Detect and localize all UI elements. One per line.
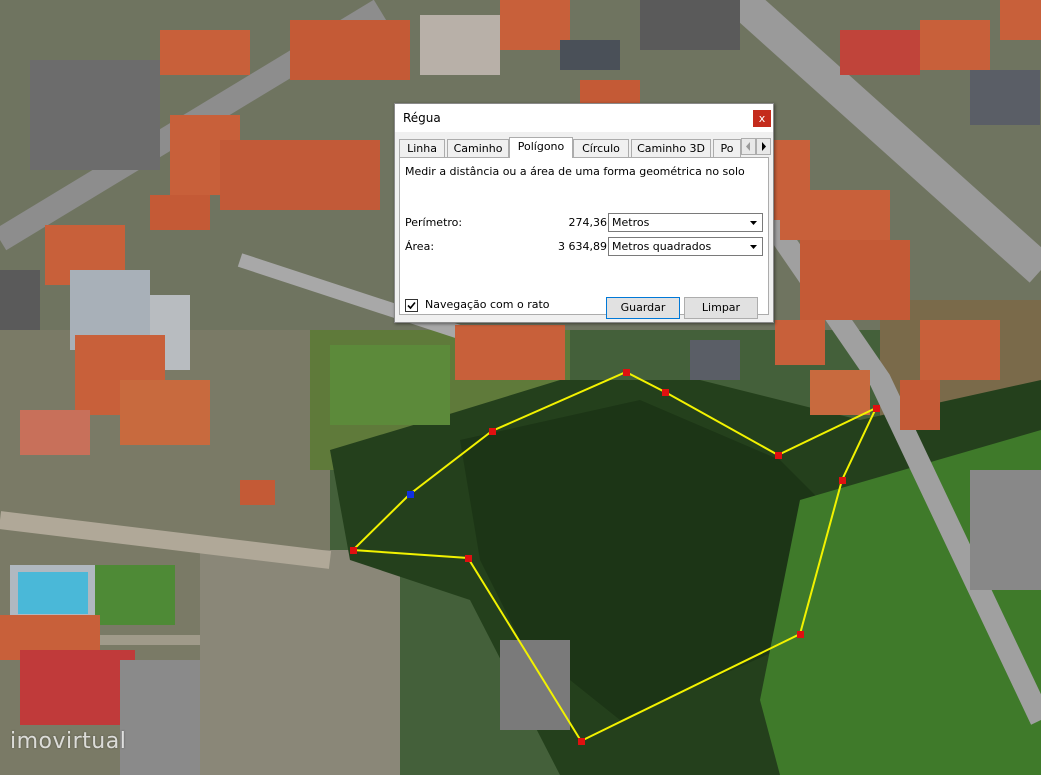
arrow-left-icon <box>746 142 750 151</box>
save-button[interactable]: Guardar <box>606 297 680 319</box>
area-label: Área: <box>405 240 435 253</box>
mouse-navigation-checkbox[interactable] <box>405 299 418 312</box>
green-field <box>330 345 450 425</box>
dialog-title: Régua <box>403 111 441 125</box>
perimeter-value: 274,36 <box>568 216 608 229</box>
dialog-titlebar[interactable]: Régua x <box>395 104 773 132</box>
tab-scroll-right-button[interactable] <box>756 138 771 155</box>
tab-caminho[interactable]: Caminho <box>447 139 509 157</box>
tab-truncated[interactable]: Po <box>713 139 741 157</box>
checkmark-icon <box>407 301 416 310</box>
tab-linha[interactable]: Linha <box>399 139 445 157</box>
tab-scroll-left-button[interactable] <box>741 138 756 155</box>
arrow-right-icon <box>762 142 766 151</box>
ruler-dialog: Régua x Linha Caminho Polígono Círculo C… <box>394 103 774 323</box>
chevron-down-icon <box>750 245 757 249</box>
tab-caminho-3d[interactable]: Caminho 3D <box>631 139 711 157</box>
clear-button[interactable]: Limpar <box>684 297 758 319</box>
mouse-navigation-label: Navegação com o rato <box>425 298 550 311</box>
tab-circulo[interactable]: Círculo <box>573 139 629 157</box>
area-value: 3 634,89 <box>558 240 607 253</box>
tab-poligono[interactable]: Polígono <box>509 137 573 158</box>
perimeter-unit-value: Metros <box>612 216 650 229</box>
polygon-panel: Medir a distância ou a área de uma forma… <box>399 157 769 315</box>
perimeter-label: Perímetro: <box>405 216 463 229</box>
area-unit-value: Metros quadrados <box>612 240 712 253</box>
panel-description: Medir a distância ou a área de uma forma… <box>405 165 745 178</box>
chevron-down-icon <box>750 221 757 225</box>
close-button[interactable]: x <box>753 110 771 127</box>
watermark-logo: imovirtual <box>10 729 127 754</box>
tab-bar: Linha Caminho Polígono Círculo Caminho 3… <box>399 137 771 158</box>
area-unit-select[interactable]: Metros quadrados <box>608 237 763 256</box>
terrain-patch <box>200 550 400 775</box>
perimeter-unit-select[interactable]: Metros <box>608 213 763 232</box>
